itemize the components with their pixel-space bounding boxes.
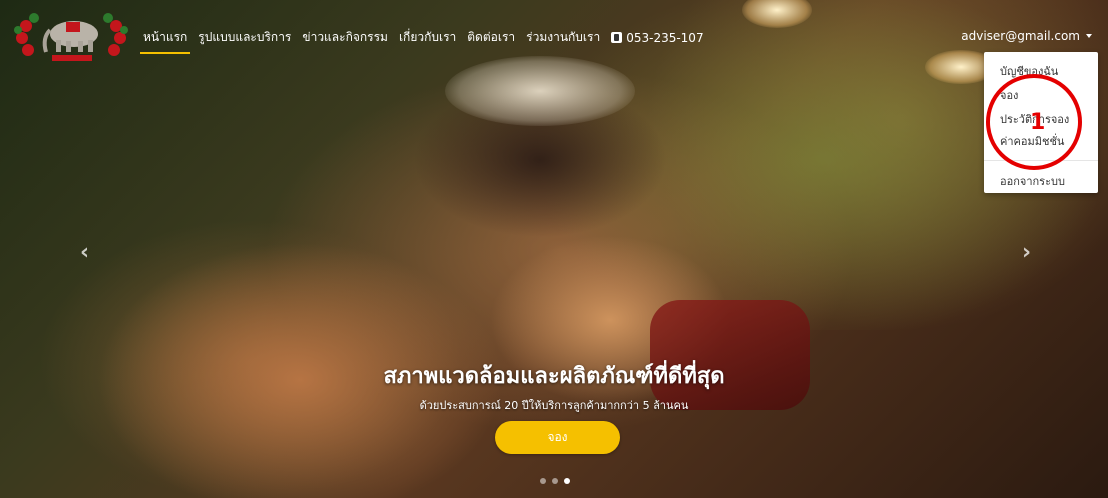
carousel-dot[interactable] bbox=[540, 478, 546, 484]
nav-home[interactable]: หน้าแรก bbox=[139, 28, 191, 54]
nav-phone[interactable]: 053-235-107 bbox=[611, 28, 704, 47]
user-email: adviser@gmail.com bbox=[961, 29, 1080, 43]
hero-image-pillow bbox=[650, 300, 810, 410]
phone-icon bbox=[611, 32, 623, 43]
hero-carousel: หน้าแรก รูปแบบและบริการ ข่าวและกิจกรรม เ… bbox=[0, 0, 1108, 498]
nav-news[interactable]: ข่าวและกิจกรรม bbox=[302, 28, 388, 47]
elephant-icon bbox=[42, 21, 98, 53]
hero-title: สภาพแวดล้อมและผลิตภัณฑ์ที่ดีที่สุด bbox=[383, 364, 725, 389]
navbar: หน้าแรก รูปแบบและบริการ ข่าวและกิจกรรม เ… bbox=[0, 0, 1108, 72]
annotation-number: 1 bbox=[1030, 110, 1046, 135]
logo-wreath-left bbox=[14, 13, 39, 56]
hero-subtitle: ด้วยประสบการณ์ 20 ปีให้บริการลูกค้ามากกว… bbox=[419, 399, 689, 412]
logo[interactable] bbox=[12, 8, 130, 66]
nav-careers[interactable]: ร่วมงานกับเรา bbox=[526, 28, 600, 47]
hero-image-person bbox=[70, 80, 830, 498]
logo-ribbon bbox=[52, 55, 92, 61]
carousel-dot-active[interactable] bbox=[564, 478, 570, 484]
phone-number: 053-235-107 bbox=[626, 30, 704, 45]
logo-wreath-right bbox=[103, 13, 128, 56]
nav-contact[interactable]: ติดต่อเรา bbox=[467, 28, 515, 47]
dropdown-logout[interactable]: ออกจากระบบ bbox=[1000, 172, 1065, 190]
nav-services[interactable]: รูปแบบและบริการ bbox=[198, 28, 291, 47]
book-button[interactable]: จอง bbox=[495, 421, 620, 454]
chevron-right-icon[interactable]: › bbox=[1022, 240, 1031, 265]
caret-down-icon bbox=[1086, 34, 1092, 38]
nav-about[interactable]: เกี่ยวกับเรา bbox=[399, 28, 456, 47]
user-menu-toggle[interactable]: adviser@gmail.com bbox=[961, 29, 1092, 43]
carousel-indicators bbox=[540, 478, 570, 484]
nav-links: หน้าแรก รูปแบบและบริการ ข่าวและกิจกรรม เ… bbox=[139, 28, 715, 54]
chevron-left-icon[interactable]: ‹ bbox=[80, 240, 89, 265]
carousel-dot[interactable] bbox=[552, 478, 558, 484]
